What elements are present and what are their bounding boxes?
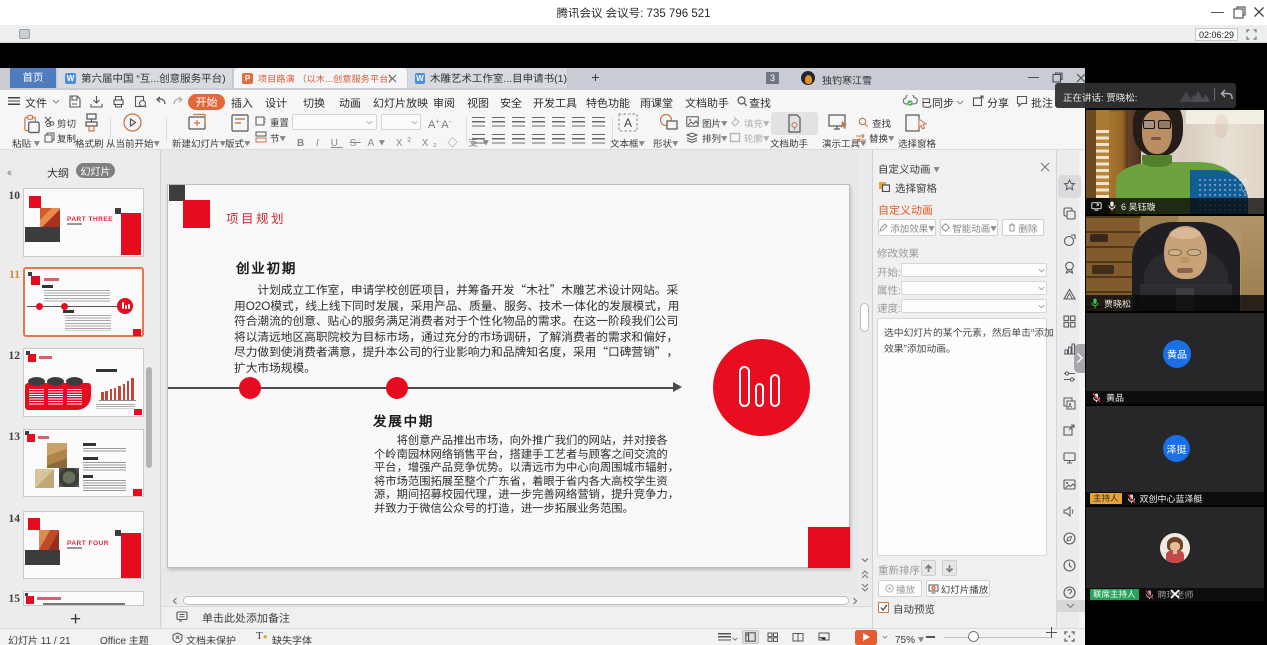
svg-text:A: A bbox=[624, 116, 632, 130]
